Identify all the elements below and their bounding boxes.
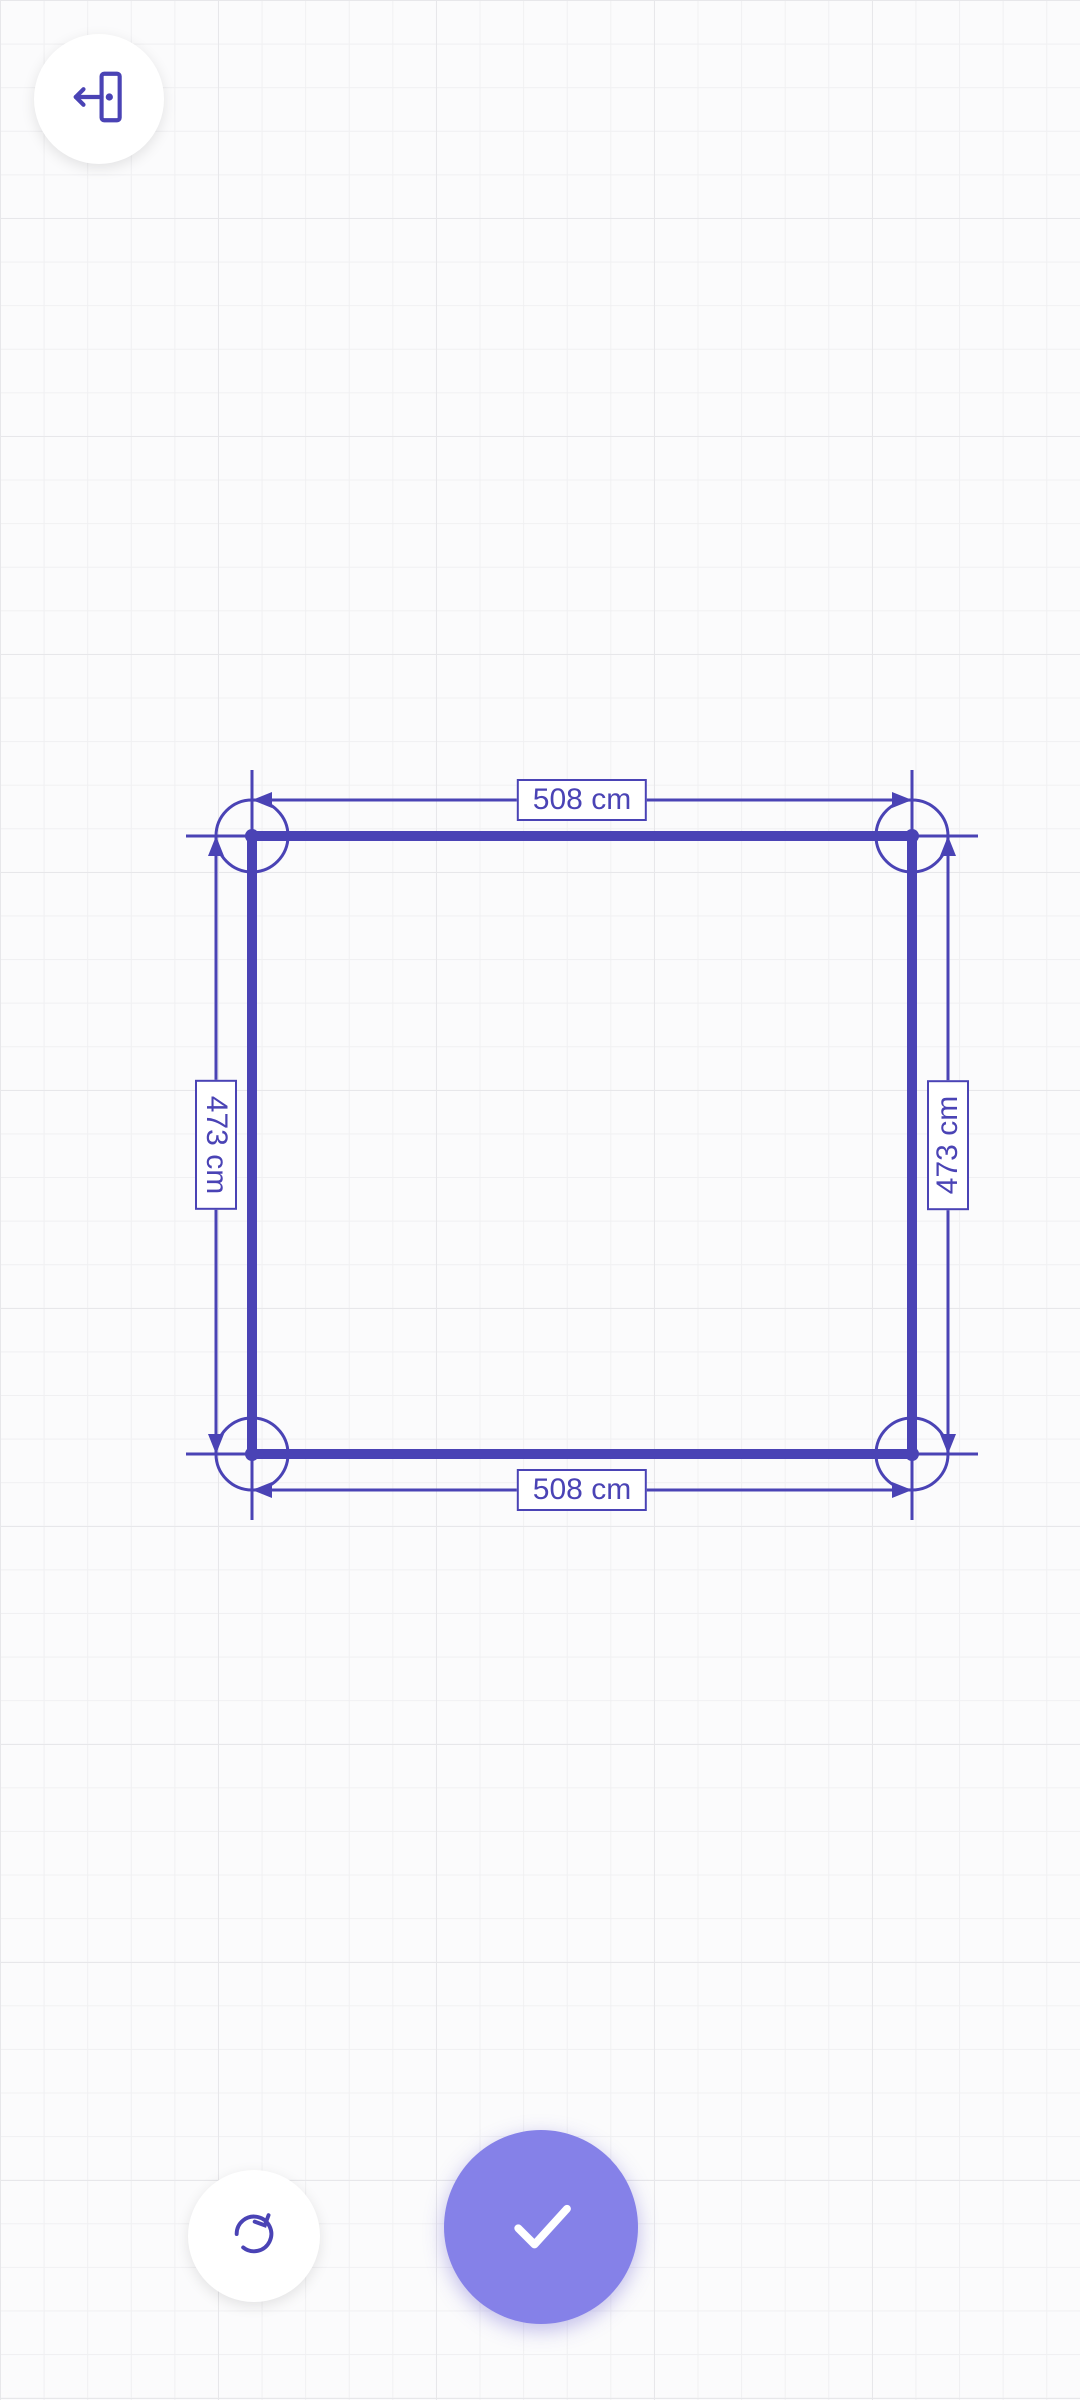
floorplan-drawing: [0, 0, 1080, 2400]
confirm-button[interactable]: [444, 2130, 638, 2324]
dimension-label-top[interactable]: 508 cm: [517, 779, 647, 821]
dimension-label-left[interactable]: 473 cm: [195, 1080, 237, 1210]
room-rectangle[interactable]: [252, 836, 912, 1454]
dimension-label-right[interactable]: 473 cm: [927, 1080, 969, 1210]
reset-button[interactable]: [188, 2170, 320, 2302]
exit-door-icon: [68, 66, 130, 133]
dimension-label-bottom[interactable]: 508 cm: [517, 1469, 647, 1511]
refresh-icon: [228, 2208, 280, 2265]
check-icon: [502, 2186, 580, 2269]
exit-button[interactable]: [34, 34, 164, 164]
